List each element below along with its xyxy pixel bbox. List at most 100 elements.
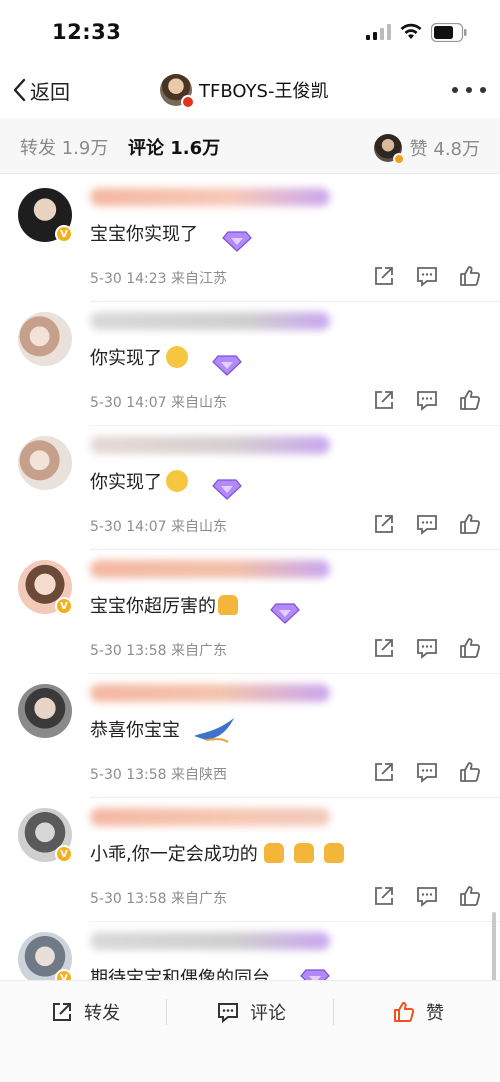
bottom-toolbar: 转发 评论 赞 <box>0 980 500 1082</box>
verified-badge-icon: V <box>55 845 73 863</box>
avatar <box>160 74 195 109</box>
status-time: 12:33 <box>52 20 122 44</box>
chevron-left-icon <box>13 78 26 102</box>
comment-actions <box>372 388 482 412</box>
divider <box>166 999 167 1025</box>
dot-icon <box>452 87 458 93</box>
like-icon[interactable] <box>458 760 482 784</box>
username-blurred[interactable] <box>90 312 330 330</box>
comment-actions <box>372 264 482 288</box>
dot-icon <box>480 87 486 93</box>
share-icon[interactable] <box>372 264 396 288</box>
share-icon[interactable] <box>372 388 396 412</box>
reply-icon[interactable] <box>415 884 439 908</box>
back-button[interactable]: 返回 <box>12 74 70 106</box>
back-label: 返回 <box>30 79 70 104</box>
reply-icon[interactable] <box>415 760 439 784</box>
avatar[interactable] <box>18 684 72 738</box>
username-blurred[interactable] <box>90 560 330 578</box>
avatar[interactable] <box>18 312 72 366</box>
comment-text: 期待宝宝和偶像的同台 <box>90 968 270 980</box>
tab-like-label: 赞 4.8万 <box>409 139 480 160</box>
gem-icon <box>300 969 330 980</box>
scrollbar[interactable] <box>492 912 496 980</box>
comment-text: 宝宝你实现了 <box>90 224 198 245</box>
bird-sticker-icon <box>194 718 234 743</box>
verified-badge-icon <box>392 153 405 165</box>
share-icon[interactable] <box>372 512 396 536</box>
share-icon[interactable] <box>372 636 396 660</box>
nav-bar: 返回 TFBOYS-王俊凯 <box>0 62 500 118</box>
repost-label: 转发 <box>84 1003 120 1024</box>
share-icon[interactable] <box>372 760 396 784</box>
reply-icon[interactable] <box>415 512 439 536</box>
avatar[interactable] <box>18 436 72 490</box>
avatar[interactable]: V <box>18 560 73 615</box>
comment-item: V 期待宝宝和偶像的同台 <box>0 922 500 980</box>
comment-meta: 5-30 14:07 来自山东 <box>90 519 228 535</box>
comment-label: 评论 <box>250 1003 286 1024</box>
comment-item: V 小乖,你一定会成功的 5-30 13:58 来自广东 <box>0 798 500 922</box>
reply-icon[interactable] <box>415 636 439 660</box>
thumbs-up-emoji-icon <box>293 843 314 863</box>
like-icon <box>394 1002 415 1022</box>
share-icon <box>53 1003 71 1021</box>
username-blurred[interactable] <box>90 684 330 702</box>
tab-repost[interactable]: 转发 1.9万 <box>20 134 108 160</box>
gem-icon <box>270 603 300 624</box>
username-blurred[interactable] <box>90 436 330 454</box>
username-blurred[interactable] <box>90 808 330 826</box>
tab-comment[interactable]: 评论 1.6万 <box>128 134 220 160</box>
comment-icon <box>218 1003 238 1024</box>
like-icon[interactable] <box>458 884 482 908</box>
comment-meta: 5-30 13:58 来自广东 <box>90 891 228 907</box>
gem-icon <box>212 355 242 376</box>
comment-text: 宝宝你超厉害的 <box>90 592 238 618</box>
thumbs-up-emoji-icon <box>218 595 238 615</box>
avatar <box>373 134 405 165</box>
comment-item: 你实现了 5-30 14:07 来自山东 <box>0 302 500 426</box>
like-label: 赞 <box>426 1003 444 1024</box>
comment-item: 你实现了 5-30 14:07 来自山东 <box>0 426 500 550</box>
battery-icon <box>431 23 467 42</box>
comment-text: 小乖,你一定会成功的 <box>90 840 344 866</box>
nav-title-group[interactable]: TFBOYS-王俊凯 <box>160 72 329 109</box>
more-button[interactable] <box>452 80 486 100</box>
dot-icon <box>466 87 472 93</box>
comment-actions <box>372 512 482 536</box>
gem-icon <box>222 231 252 252</box>
reply-icon[interactable] <box>415 388 439 412</box>
comment-text: 你实现了 <box>90 344 188 370</box>
page-title: TFBOYS-王俊凯 <box>199 81 329 102</box>
tab-bar: 转发 1.9万 评论 1.6万 赞 4.8万 <box>0 118 500 174</box>
status-bar: 12:33 <box>0 0 500 62</box>
like-icon[interactable] <box>458 512 482 536</box>
avatar[interactable]: V <box>18 188 73 243</box>
avatar[interactable]: V <box>18 808 73 863</box>
comment-actions <box>372 884 482 908</box>
reply-icon[interactable] <box>415 264 439 288</box>
username-blurred[interactable] <box>90 188 330 206</box>
repost-button[interactable]: 转发 <box>50 999 120 1025</box>
comment-meta: 5-30 14:07 来自山东 <box>90 395 228 411</box>
comment-button[interactable]: 评论 <box>216 999 286 1025</box>
comment-text: 你实现了 <box>90 468 188 494</box>
comment-actions <box>372 760 482 784</box>
signal-icon <box>366 24 391 40</box>
verified-badge-icon <box>181 95 195 109</box>
like-icon[interactable] <box>458 636 482 660</box>
share-icon[interactable] <box>372 884 396 908</box>
comment-actions <box>372 636 482 660</box>
tab-like[interactable]: 赞 4.8万 <box>373 134 480 165</box>
like-icon[interactable] <box>458 264 482 288</box>
like-button[interactable]: 赞 <box>392 999 444 1025</box>
like-icon[interactable] <box>458 388 482 412</box>
avatar[interactable]: V <box>18 932 73 980</box>
verified-badge-icon: V <box>55 225 73 243</box>
thumbs-up-emoji-icon <box>323 843 344 863</box>
comment-meta: 5-30 14:23 来自江苏 <box>90 271 228 287</box>
comment-item: V 宝宝你超厉害的 5-30 13:58 来自广东 <box>0 550 500 674</box>
comment-meta: 5-30 13:58 来自陕西 <box>90 767 228 783</box>
crying-emoji-icon <box>166 346 188 368</box>
username-blurred[interactable] <box>90 932 330 950</box>
